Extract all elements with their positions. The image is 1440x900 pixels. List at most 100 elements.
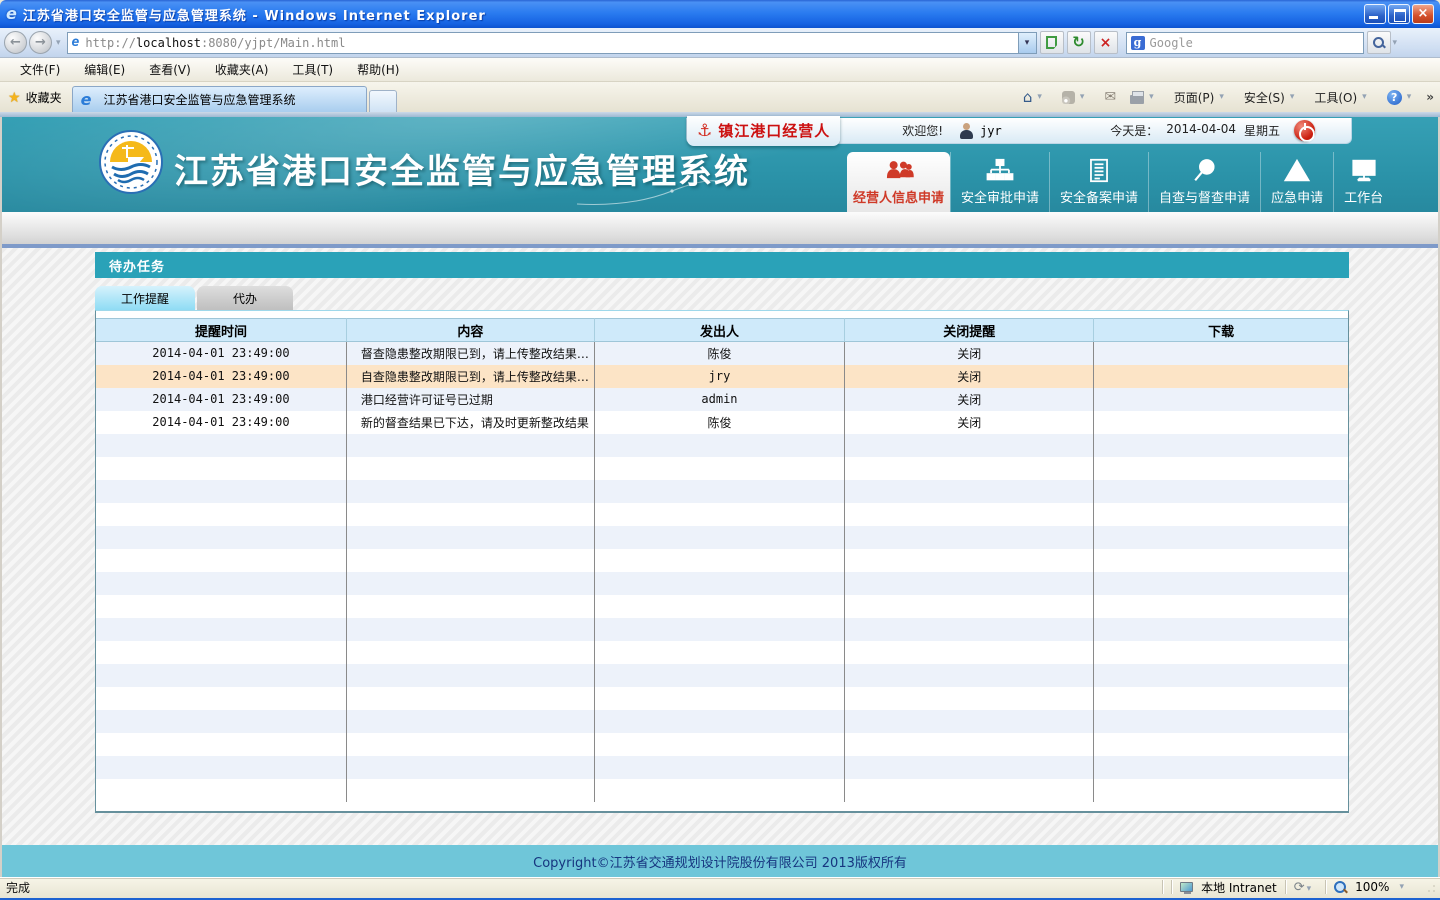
compatibility-icon bbox=[1046, 36, 1057, 49]
nav-safety-approval[interactable]: 安全审批申请 bbox=[950, 152, 1049, 212]
site-title: 江苏省港口安全监管与应急管理系统 bbox=[174, 144, 750, 193]
menu-edit[interactable]: 编辑(E) bbox=[72, 58, 137, 81]
empty-cell bbox=[594, 480, 844, 503]
title-bar: e 江苏省港口安全监管与应急管理系统 - Windows Internet Ex… bbox=[0, 0, 1440, 28]
empty-cell bbox=[1094, 572, 1348, 595]
stop-button[interactable]: × bbox=[1094, 31, 1118, 54]
empty-cell bbox=[845, 779, 1094, 802]
site-logo bbox=[98, 129, 164, 199]
empty-cell bbox=[1094, 687, 1348, 710]
task-table: 提醒时间 内容 发出人 关闭提醒 下载 2014-04-01 23:49:00 … bbox=[96, 318, 1348, 802]
nav-label: 工作台 bbox=[1344, 187, 1383, 206]
window-title: 江苏省港口安全监管与应急管理系统 - Windows Internet Expl… bbox=[23, 5, 486, 24]
mail-button[interactable]: ✉ bbox=[1099, 87, 1121, 107]
back-button[interactable]: ← bbox=[4, 31, 27, 54]
search-input[interactable]: g Google bbox=[1126, 32, 1364, 54]
forward-button[interactable]: → bbox=[29, 31, 52, 54]
table-row-highlighted: 2014-04-01 23:49:00 自查隐患整改期限已到，请上传整改结果… … bbox=[96, 365, 1348, 388]
close-link[interactable]: 关闭 bbox=[845, 342, 1094, 365]
safety-menu-button[interactable]: 安全(S) ▾ bbox=[1239, 87, 1306, 108]
menu-bar: 文件(F) 编辑(E) 查看(V) 收藏夹(A) 工具(T) 帮助(H) bbox=[0, 58, 1440, 82]
empty-cell bbox=[845, 480, 1094, 503]
url-domain: localhost bbox=[136, 36, 201, 50]
table-empty-row bbox=[96, 595, 1348, 618]
print-icon bbox=[1130, 95, 1144, 104]
table-empty-row bbox=[96, 710, 1348, 733]
nav-label: 经营人信息申请 bbox=[853, 187, 944, 206]
safety-dropdown-icon: ▾ bbox=[1290, 92, 1295, 102]
table-header-row: 提醒时间 内容 发出人 关闭提醒 下载 bbox=[96, 319, 1348, 342]
empty-cell bbox=[96, 733, 346, 756]
zoom-level[interactable]: 100% bbox=[1355, 880, 1389, 894]
close-link[interactable]: 关闭 bbox=[845, 388, 1094, 411]
table-row: 2014-04-01 23:49:00 督查隐患整改期限已到，请上传整改结果… … bbox=[96, 342, 1348, 365]
today-date: 2014-04-04 bbox=[1166, 122, 1236, 139]
cell-download bbox=[1094, 342, 1348, 365]
col-download: 下载 bbox=[1094, 319, 1348, 342]
stop-icon: × bbox=[1100, 36, 1112, 50]
history-dropdown-icon[interactable]: ▾ bbox=[56, 38, 61, 48]
search-options-icon[interactable]: ▾ bbox=[1393, 38, 1398, 48]
page-menu-button[interactable]: 页面(P)▾ bbox=[1169, 87, 1235, 108]
col-content: 内容 bbox=[346, 319, 594, 342]
menu-file[interactable]: 文件(F) bbox=[8, 58, 72, 81]
empty-cell bbox=[96, 779, 346, 802]
star-icon: ★ bbox=[8, 90, 21, 106]
menu-tools[interactable]: 工具(T) bbox=[280, 58, 345, 81]
menu-view[interactable]: 查看(V) bbox=[137, 58, 203, 81]
safety-menu-label: 安全(S) bbox=[1244, 89, 1285, 106]
magnifier-icon bbox=[1190, 158, 1220, 183]
nav-workbench[interactable]: 工作台 bbox=[1333, 152, 1393, 212]
page-tab[interactable]: e 江苏省港口安全监管与应急管理系统 bbox=[72, 86, 367, 112]
task-tabs: 工作提醒 代办 bbox=[95, 286, 293, 310]
nav-label: 安全备案申请 bbox=[1060, 187, 1138, 206]
empty-cell bbox=[346, 733, 594, 756]
tab-work-reminder[interactable]: 工作提醒 bbox=[95, 286, 195, 310]
date-group: 今天是： 2014-04-04 星期五 bbox=[1110, 122, 1280, 139]
empty-cell bbox=[1094, 595, 1348, 618]
close-link[interactable]: 关闭 bbox=[845, 411, 1094, 434]
table-empty-row bbox=[96, 457, 1348, 480]
empty-cell bbox=[96, 664, 346, 687]
help-dropdown-icon: ▾ bbox=[1407, 92, 1412, 102]
empty-cell bbox=[346, 503, 594, 526]
refresh-button[interactable]: ↻ bbox=[1067, 31, 1091, 54]
url-dropdown-button[interactable]: ▾ bbox=[1019, 32, 1037, 54]
nav-safety-filing[interactable]: 安全备案申请 bbox=[1049, 152, 1148, 212]
minimize-button[interactable] bbox=[1364, 4, 1386, 24]
compatibility-view-button[interactable] bbox=[1040, 31, 1064, 54]
zoom-dropdown-icon[interactable]: ▾ bbox=[1399, 882, 1404, 892]
rss-button[interactable]: ▾ bbox=[1057, 89, 1096, 106]
user-avatar bbox=[959, 123, 974, 139]
empty-cell bbox=[96, 526, 346, 549]
nav-emergency[interactable]: 应急申请 bbox=[1260, 152, 1333, 212]
resize-grip[interactable] bbox=[1424, 881, 1436, 893]
menu-favorites[interactable]: 收藏夹(A) bbox=[203, 58, 281, 81]
username: jyr bbox=[980, 124, 1002, 138]
monitor-icon bbox=[1349, 158, 1379, 183]
empty-cell bbox=[96, 457, 346, 480]
empty-cell bbox=[594, 595, 844, 618]
home-button[interactable]: ⌂▾ bbox=[1018, 86, 1053, 108]
new-tab-button[interactable] bbox=[369, 90, 397, 112]
menu-help[interactable]: 帮助(H) bbox=[345, 58, 411, 81]
logout-power-button[interactable] bbox=[1294, 120, 1315, 141]
table-empty-row bbox=[96, 618, 1348, 641]
help-button[interactable]: ?▾ bbox=[1382, 88, 1423, 107]
close-button[interactable]: × bbox=[1412, 4, 1434, 24]
url-input[interactable]: e http://localhost:8080/yjpt/Main.html bbox=[67, 32, 1019, 54]
search-button[interactable] bbox=[1367, 31, 1391, 54]
print-button[interactable]: ▾ bbox=[1125, 89, 1165, 106]
tab-todo[interactable]: 代办 bbox=[197, 286, 293, 310]
favorites-button[interactable]: ★ 收藏夹 bbox=[0, 89, 72, 112]
empty-cell bbox=[845, 434, 1094, 457]
overflow-chevron-icon[interactable]: » bbox=[1426, 90, 1434, 104]
protected-mode-icon: ⟳ bbox=[1294, 880, 1305, 895]
nav-operator-info[interactable]: 经营人信息申请 bbox=[847, 152, 950, 212]
table-empty-row bbox=[96, 526, 1348, 549]
tools-menu-button[interactable]: 工具(O)▾ bbox=[1309, 87, 1377, 108]
protected-mode-button[interactable]: ⟳▾ bbox=[1294, 880, 1317, 895]
close-link[interactable]: 关闭 bbox=[845, 365, 1094, 388]
nav-self-inspection[interactable]: 自查与督查申请 bbox=[1148, 152, 1260, 212]
restore-button[interactable] bbox=[1388, 4, 1410, 24]
